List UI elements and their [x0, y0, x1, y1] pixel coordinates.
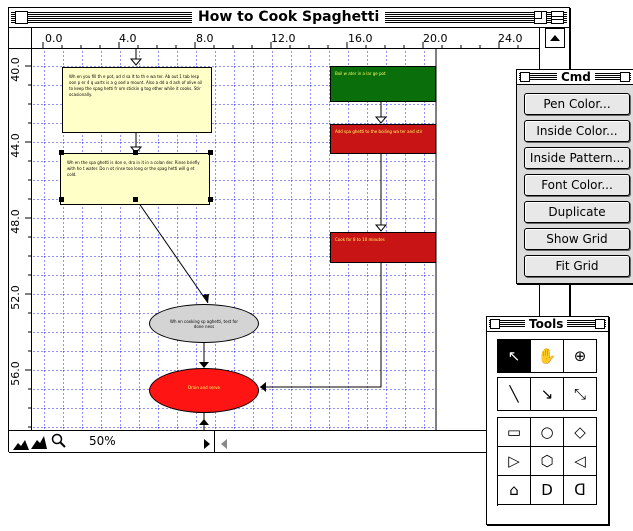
- zoom-out-mountain-icon[interactable]: [13, 435, 29, 454]
- cmd-collapse-box-icon[interactable]: [620, 72, 630, 82]
- selection-handle[interactable]: [133, 150, 138, 155]
- fit-grid-button[interactable]: Fit Grid: [524, 255, 630, 277]
- ruler-y-44: 44.0: [9, 133, 22, 158]
- house-tool-icon[interactable]: ⌂: [498, 476, 531, 505]
- shield-tool-icon[interactable]: ⬡: [531, 447, 564, 476]
- pen-color-button[interactable]: Pen Color...: [524, 93, 630, 115]
- node-add-spaghetti[interactable]: Add spa ghetti to the boiling wa ter and…: [330, 124, 436, 154]
- circle-tool-icon[interactable]: ○: [531, 418, 564, 447]
- node-drain-serve-label: Drain and serve: [188, 385, 220, 390]
- arrow-line-tool-icon[interactable]: ↘: [531, 378, 564, 411]
- window-title: How to Cook Spaghetti: [192, 9, 386, 26]
- cmd-titlebar[interactable]: Cmd: [517, 70, 633, 85]
- diamond-tool-icon[interactable]: ◇: [564, 418, 597, 447]
- cmd-close-box-icon[interactable]: [520, 72, 530, 82]
- pentagon-right-tool-icon[interactable]: ▷: [498, 447, 531, 476]
- tools-title: Tools: [525, 317, 568, 331]
- magnifier-icon[interactable]: [51, 433, 67, 453]
- node-drain-serve[interactable]: Drain and serve: [149, 368, 259, 413]
- line-tool-icon[interactable]: ╲: [498, 378, 531, 411]
- rectangle-tool-icon[interactable]: ▭: [498, 418, 531, 447]
- selection-handle[interactable]: [208, 197, 213, 202]
- zoom-in-mountain-icon[interactable]: [31, 434, 47, 453]
- diagram-canvas[interactable]: Wh en you fill th e pot, ad d sa lt to t…: [32, 49, 539, 430]
- d-shape-tool-icon[interactable]: D: [531, 476, 564, 505]
- ruler-y-40: 40.0: [9, 57, 22, 82]
- tools-close-box-icon[interactable]: [490, 319, 500, 329]
- pointer-tool-icon[interactable]: ↖: [498, 340, 531, 373]
- horizontal-ruler: 0.0 4.0 8.0 12.0 16.0 20.0 24.0: [9, 28, 539, 49]
- selection-handle[interactable]: [59, 150, 64, 155]
- bottom-bar: 50%: [9, 430, 569, 452]
- selection-handle[interactable]: [133, 197, 138, 202]
- node-boil-water[interactable]: Boil w ater in a lar ge pot: [330, 66, 436, 102]
- double-arrow-tool-icon[interactable]: ⤡: [564, 378, 597, 411]
- node-test-doneness-label: Wh en cooking sp aghetti, test for done …: [169, 319, 239, 329]
- inside-color-button[interactable]: Inside Color...: [524, 120, 630, 142]
- scroll-right-arrow-icon[interactable]: [202, 435, 212, 454]
- node-test-doneness[interactable]: Wh en cooking sp aghetti, test for done …: [149, 304, 259, 343]
- vertical-ruler: 40.0 44.0 48.0 52.0 56.0: [9, 49, 32, 430]
- tools-titlebar[interactable]: Tools: [487, 317, 608, 332]
- ruler-y-52: 52.0: [9, 285, 22, 310]
- tools-group-shapes: ▭ ○ ◇ ▷ ⬡ ◁ ⌂ D ᗡ: [497, 417, 597, 506]
- node-cook-minutes[interactable]: Cook for 8 to 10 minutes: [330, 232, 436, 263]
- inside-pattern-button[interactable]: Inside Pattern...: [524, 147, 630, 169]
- tools-group-lines: ╲ ↘ ⤡: [497, 377, 597, 411]
- tools-group-select: ↖ ✋ ⊕: [497, 339, 597, 373]
- ruler-y-ticks: [25, 65, 31, 428]
- hand-tool-icon[interactable]: ✋: [531, 340, 564, 373]
- note-salt[interactable]: Wh en you fill th e pot, ad d sa lt to t…: [62, 67, 212, 133]
- c-shape-tool-icon[interactable]: ᗡ: [564, 476, 597, 505]
- tools-collapse-box-icon[interactable]: [595, 319, 605, 329]
- zoom-tool-icon[interactable]: ⊕: [564, 340, 597, 373]
- ruler-y-48: 48.0: [9, 209, 22, 234]
- main-titlebar[interactable]: How to Cook Spaghetti: [9, 8, 569, 28]
- ruler-y-56: 56.0: [9, 361, 22, 386]
- ruler-x-ticks: [42, 42, 519, 48]
- selection-handle[interactable]: [208, 150, 213, 155]
- cmd-title: Cmd: [557, 70, 595, 84]
- close-box-icon[interactable]: [15, 11, 28, 24]
- tools-palette: Tools ↖ ✋ ⊕ ╲ ↘ ⤡ ▭ ○ ◇ ▷ ⬡ ◁ ⌂ D ᗡ: [486, 316, 609, 525]
- zoom-box-icon[interactable]: [534, 11, 547, 24]
- scroll-up-arrow-icon[interactable]: [545, 28, 565, 48]
- scroll-left-arrow-icon[interactable]: [219, 435, 229, 454]
- tag-left-tool-icon[interactable]: ◁: [564, 447, 597, 476]
- font-color-button[interactable]: Font Color...: [524, 174, 630, 196]
- ruler-corner: [9, 28, 32, 48]
- show-grid-button[interactable]: Show Grid: [524, 228, 630, 250]
- collapse-box-icon[interactable]: [551, 11, 564, 24]
- zoom-level[interactable]: 50%: [89, 434, 116, 448]
- selection-handle[interactable]: [59, 197, 64, 202]
- cmd-palette: Cmd Pen Color... Inside Color... Inside …: [516, 69, 633, 284]
- duplicate-button[interactable]: Duplicate: [524, 201, 630, 223]
